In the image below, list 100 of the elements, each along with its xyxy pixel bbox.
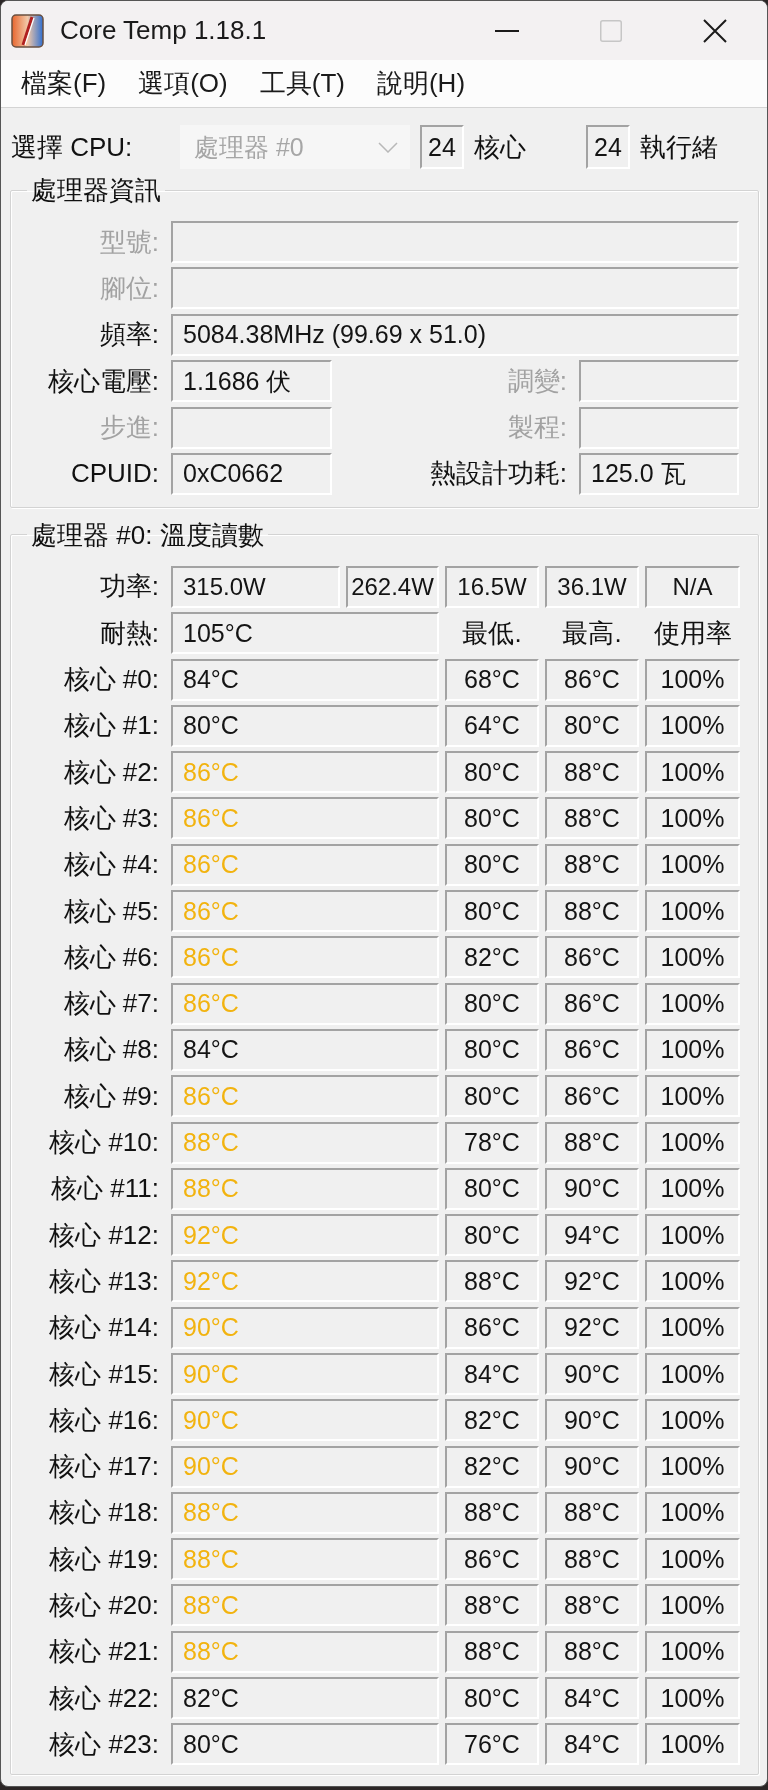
- load-field: 100%: [645, 1121, 740, 1164]
- max-temp-field: 88°C: [545, 843, 639, 886]
- min-temp-field: 80°C: [445, 843, 539, 886]
- field-label: 熱設計功耗:: [429, 457, 567, 491]
- max-temp-field: 80°C: [545, 704, 639, 747]
- power-field: 262.4W: [346, 565, 439, 608]
- core-label: 核心 #10:: [49, 1126, 159, 1159]
- load-field: 100%: [645, 797, 740, 840]
- load-field: 100%: [645, 1491, 740, 1534]
- min-temp-field: 82°C: [445, 1399, 539, 1442]
- min-temp-field: 80°C: [445, 1214, 539, 1257]
- max-temp-field: 90°C: [545, 1445, 639, 1488]
- load-field: 100%: [645, 890, 740, 933]
- max-temp-field: 92°C: [545, 1306, 639, 1349]
- column-header: 最高.: [562, 616, 622, 650]
- load-field: 100%: [645, 1584, 740, 1627]
- load-field: 100%: [645, 1399, 740, 1442]
- field-label: 核心電壓:: [47, 364, 159, 398]
- readout-field: 0xC0662: [171, 452, 332, 495]
- core-label: 核心 #4:: [63, 848, 159, 882]
- window-title: Core Temp 1.18.1: [60, 15, 267, 46]
- min-temp-field: 80°C: [445, 890, 539, 933]
- field-label: 步進:: [99, 411, 159, 445]
- max-temp-field: 92°C: [545, 1260, 639, 1303]
- min-temp-field: 78°C: [445, 1121, 539, 1164]
- min-temp-field: 80°C: [445, 751, 539, 794]
- max-temp-field: 88°C: [545, 1630, 639, 1673]
- min-temp-field: 86°C: [445, 1538, 539, 1581]
- power-field: 315.0W: [171, 565, 340, 608]
- chevron-down-icon: [378, 141, 398, 153]
- min-temp-field: 82°C: [445, 936, 539, 979]
- min-temp-field: 88°C: [445, 1630, 539, 1673]
- min-temp-field: 80°C: [445, 1677, 539, 1720]
- load-field: 100%: [645, 1723, 740, 1766]
- field-label: 型號:: [99, 225, 159, 259]
- core-temp-field: 88°C: [171, 1538, 439, 1581]
- core-label: 核心 #9:: [63, 1079, 159, 1113]
- load-field: 100%: [645, 843, 740, 886]
- core-temp-field: 92°C: [171, 1214, 439, 1257]
- readout-field: 125.0 瓦: [579, 452, 739, 495]
- menu-item[interactable]: 選項(O): [122, 62, 244, 105]
- max-temp-field: 94°C: [545, 1214, 639, 1257]
- load-field: 100%: [645, 1260, 740, 1303]
- core-label: 核心 #13:: [49, 1264, 159, 1298]
- min-temp-field: 64°C: [445, 704, 539, 747]
- min-temp-field: 80°C: [445, 1167, 539, 1210]
- tjmax-label: 耐熱:: [99, 616, 159, 650]
- load-field: 100%: [645, 1677, 740, 1720]
- threads-label: 執行緒: [640, 130, 718, 164]
- max-temp-field: 90°C: [545, 1399, 639, 1442]
- menu-item[interactable]: 說明(H): [360, 62, 482, 105]
- core-label: 核心 #22:: [49, 1681, 159, 1715]
- load-field: 100%: [645, 1538, 740, 1581]
- load-field: 100%: [645, 1306, 740, 1349]
- column-header: 使用率: [653, 616, 732, 650]
- core-temp-field: 90°C: [171, 1399, 439, 1442]
- max-temp-field: 90°C: [545, 1353, 639, 1395]
- app-logo-icon: [11, 13, 44, 48]
- max-temp-field: 86°C: [545, 982, 639, 1025]
- min-temp-field: 88°C: [445, 1584, 539, 1627]
- core-label: 核心 #17:: [49, 1450, 159, 1484]
- core-label: 核心 #0:: [63, 663, 159, 697]
- core-temp-field: 86°C: [171, 1075, 439, 1118]
- core-label: 核心 #23:: [49, 1727, 159, 1761]
- menu-item[interactable]: 檔案(F): [5, 62, 123, 105]
- thread-count-field: 24: [586, 125, 630, 169]
- core-label: 核心 #6:: [63, 940, 159, 974]
- core-label: 核心 #11:: [51, 1172, 159, 1206]
- min-temp-field: 80°C: [445, 1075, 539, 1118]
- core-temp-field: 82°C: [171, 1677, 439, 1720]
- max-temp-field: 86°C: [545, 1075, 639, 1118]
- core-temp-field: 86°C: [171, 936, 439, 979]
- max-temp-field: 88°C: [545, 751, 639, 794]
- core-label: 核心 #12:: [49, 1218, 159, 1252]
- field-label: 腳位:: [99, 271, 159, 305]
- min-temp-field: 80°C: [445, 797, 539, 840]
- core-label: 核心 #2:: [63, 755, 159, 789]
- core-temp-field: 92°C: [171, 1260, 439, 1303]
- max-temp-field: 88°C: [545, 797, 639, 840]
- core-label: 核心 #20:: [49, 1589, 159, 1622]
- core-temp-field: 86°C: [171, 797, 439, 840]
- load-field: 100%: [645, 1630, 740, 1673]
- core-temp-field: 90°C: [171, 1445, 439, 1488]
- column-header: 最低.: [462, 616, 522, 650]
- core-temp-field: 86°C: [171, 751, 439, 794]
- min-temp-field: 82°C: [445, 1445, 539, 1488]
- menu-item[interactable]: 工具(T): [243, 62, 361, 105]
- tjmax-field: 105°C: [171, 612, 439, 655]
- max-temp-field: 88°C: [545, 1491, 639, 1534]
- max-temp-field: 86°C: [545, 936, 639, 979]
- load-field: 100%: [645, 1167, 740, 1210]
- min-temp-field: 84°C: [445, 1353, 539, 1395]
- core-label: 核心 #5:: [63, 894, 159, 928]
- power-field: 36.1W: [545, 565, 639, 608]
- core-label: 核心 #15:: [49, 1357, 159, 1391]
- min-temp-field: 80°C: [445, 1028, 539, 1071]
- load-field: 100%: [645, 751, 740, 794]
- load-field: 100%: [645, 1214, 740, 1257]
- select-cpu-label: 選擇 CPU:: [11, 130, 133, 164]
- group-title: 處理器資訊: [30, 175, 162, 205]
